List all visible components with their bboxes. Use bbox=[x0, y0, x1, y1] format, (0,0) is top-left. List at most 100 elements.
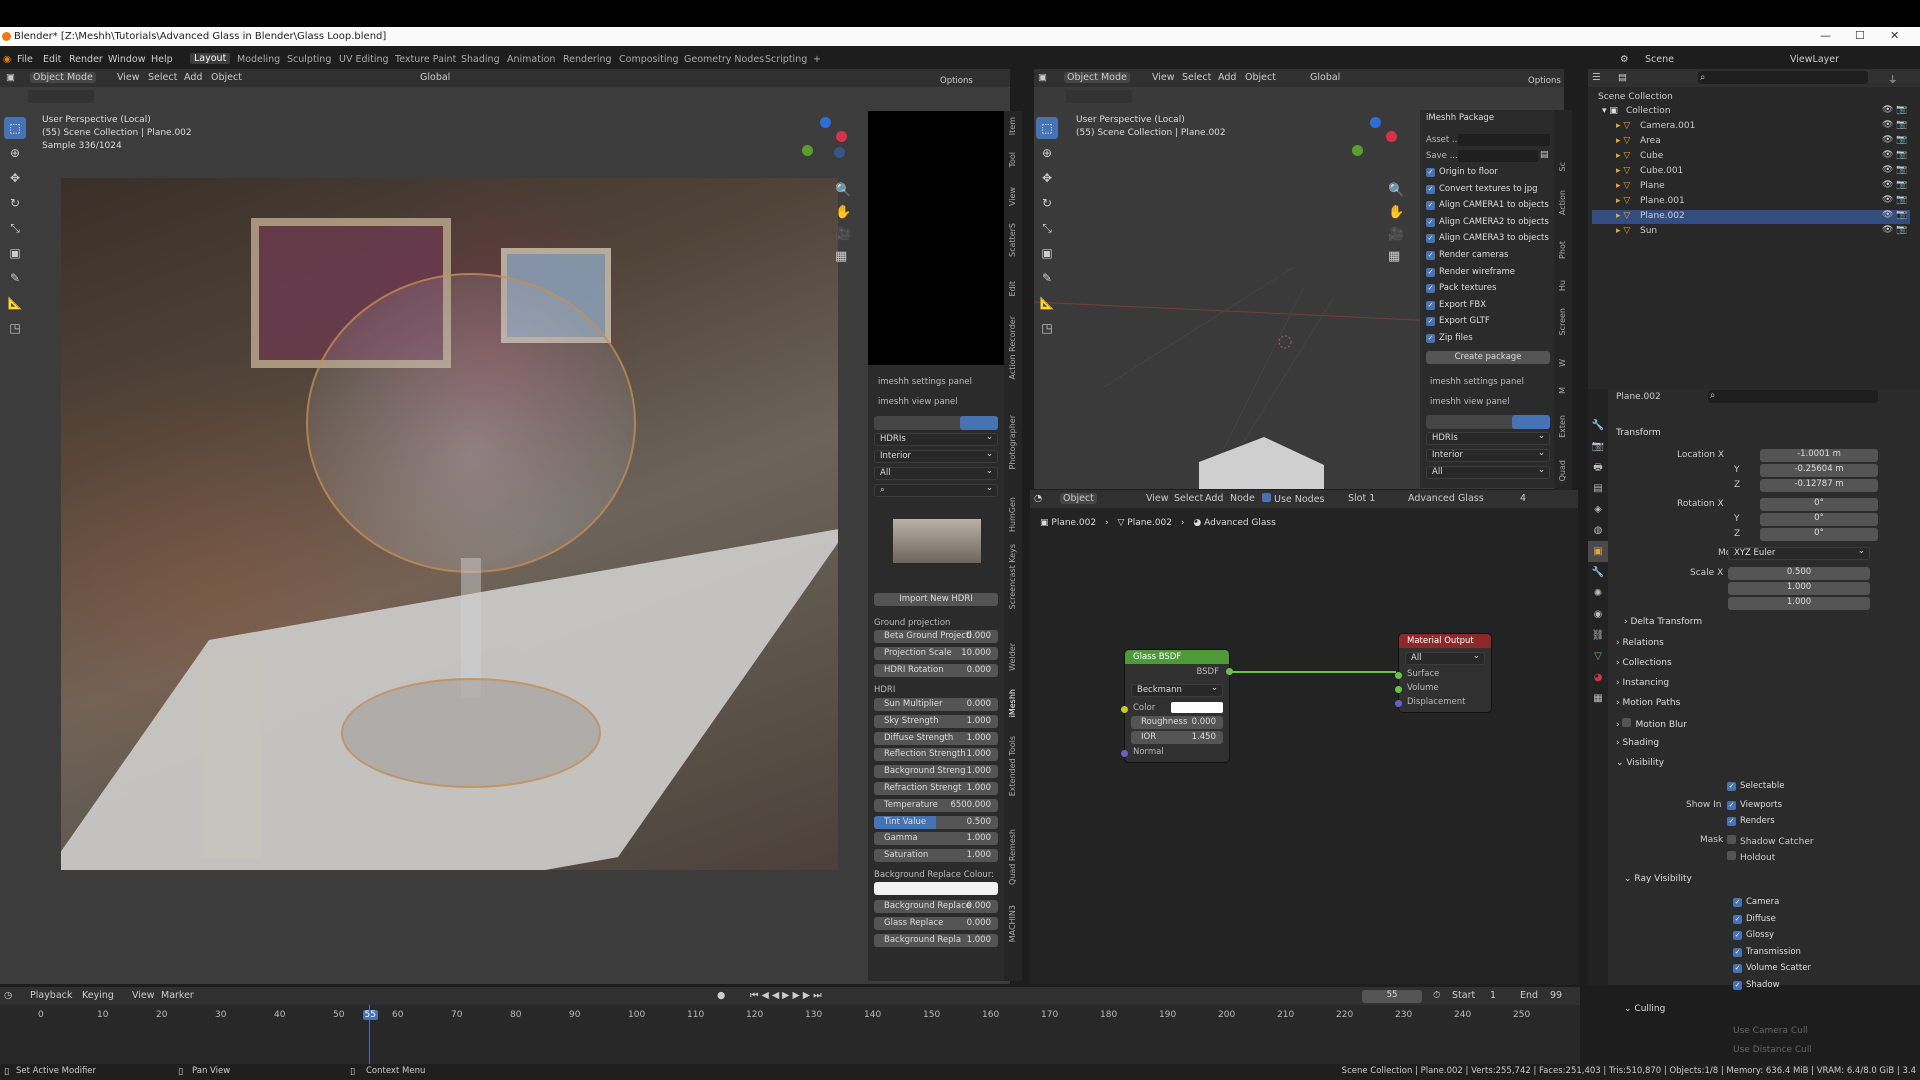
render-camera-icon[interactable]: 📷 bbox=[1896, 120, 1907, 130]
workspace-tab-animation[interactable]: Animation bbox=[507, 54, 555, 65]
eye-icon[interactable]: 👁 bbox=[1882, 120, 1893, 130]
holdout-checkbox[interactable]: Holdout bbox=[1727, 851, 1775, 863]
glass-distribution-dropdown[interactable]: Beckmann bbox=[1131, 683, 1223, 697]
menu-window[interactable]: Window bbox=[108, 54, 145, 65]
param-saturation[interactable]: Saturation 1.000 bbox=[874, 849, 998, 863]
right-cursor-tool-icon[interactable]: ⊕ bbox=[1036, 142, 1058, 164]
left-tab-welder[interactable]: Welder bbox=[1008, 643, 1017, 671]
section-motion-blur[interactable]: › Motion Blur bbox=[1616, 718, 1687, 730]
outliner-row-collection[interactable]: ▾ ▣ Collection 👁 📷 bbox=[1592, 105, 1910, 119]
material-output-target-dropdown[interactable]: All bbox=[1405, 651, 1485, 665]
param-projection-scale[interactable]: Projection Scale 10.000 bbox=[874, 646, 998, 660]
left-tab-screencast-keys[interactable]: Screencast Keys bbox=[1008, 544, 1017, 609]
right-menu-select[interactable]: Select bbox=[1182, 72, 1211, 83]
left-menu-object[interactable]: Object bbox=[211, 72, 242, 83]
param-background-replace[interactable]: Background Replace 0.000 bbox=[874, 900, 998, 913]
close-icon[interactable]: ✕ bbox=[1890, 29, 1899, 42]
workspace-tab-shading[interactable]: Shading bbox=[461, 54, 500, 65]
bsdf-socket[interactable] bbox=[1226, 668, 1233, 675]
node-menu-select[interactable]: Select bbox=[1174, 493, 1203, 504]
param-diffuse-strength[interactable]: Diffuse Strength 1.000 bbox=[874, 731, 998, 745]
right-tab-action[interactable]: Action bbox=[1558, 190, 1567, 215]
node-editor-type-icon[interactable]: ◔ bbox=[1034, 493, 1042, 504]
render-camera-icon[interactable]: 📷 bbox=[1896, 180, 1907, 190]
scale-y-field[interactable]: 1.000 bbox=[1728, 582, 1870, 595]
right-camera-view-icon[interactable]: 🎥 bbox=[1388, 224, 1404, 246]
package-category-buttons[interactable] bbox=[1426, 415, 1550, 429]
param-temperature[interactable]: Temperature 6500.000 bbox=[874, 798, 998, 812]
check-zip-files[interactable]: Zip files bbox=[1426, 333, 1473, 343]
node-menu-node[interactable]: Node bbox=[1230, 493, 1255, 504]
transform-tool-icon[interactable]: ▣ bbox=[4, 242, 26, 264]
eye-icon[interactable]: 👁 bbox=[1882, 225, 1893, 235]
output-tab-icon[interactable]: 🖶 bbox=[1588, 457, 1608, 478]
outliner-row-area[interactable]: ▸ ▽ Area 👁 📷 bbox=[1592, 135, 1910, 149]
right-options-button[interactable]: Options bbox=[1528, 76, 1561, 86]
location-z-field[interactable]: -0.12787 m bbox=[1760, 479, 1878, 492]
imeshh-left-dropdown-all[interactable]: All bbox=[874, 466, 998, 480]
render-camera-icon[interactable]: 📷 bbox=[1896, 195, 1907, 205]
left-tab-scatters[interactable]: ScatterS bbox=[1008, 223, 1017, 257]
record-icon[interactable]: ● bbox=[717, 990, 725, 1001]
imeshh-left-search[interactable]: ⌕ bbox=[874, 483, 998, 497]
glass-bsdf-node[interactable]: Glass BSDF BSDF Beckmann Color Roughness… bbox=[1121, 650, 1233, 762]
right-tab-m[interactable]: M bbox=[1558, 387, 1567, 394]
workspace-tab-layout[interactable]: Layout bbox=[190, 53, 231, 64]
outliner-row-plane-002[interactable]: ▸ ▽ Plane.002 👁 📷 bbox=[1592, 210, 1910, 224]
render-camera-icon[interactable]: 📷 bbox=[1896, 225, 1907, 235]
right-zoom-icon[interactable]: 🔍 bbox=[1388, 180, 1404, 202]
scale-z-field[interactable]: 1.000 bbox=[1728, 597, 1870, 610]
rotate-tool-icon[interactable]: ↻ bbox=[4, 192, 26, 214]
param-background-repla[interactable]: Background Repla 1.000 bbox=[874, 933, 998, 947]
right-transform-tool-icon[interactable]: ▣ bbox=[1036, 242, 1058, 264]
modifier-tab-icon[interactable]: 🔧 bbox=[1588, 562, 1608, 583]
outliner-row-cube-001[interactable]: ▸ ▽ Cube.001 👁 📷 bbox=[1592, 165, 1910, 179]
package-view-panel-header[interactable]: imeshh view panel bbox=[1430, 397, 1510, 407]
outliner-row-plane-001[interactable]: ▸ ▽ Plane.001 👁 📷 bbox=[1592, 195, 1910, 209]
workspace-tab-rendering[interactable]: Rendering bbox=[563, 54, 612, 65]
world-tab-icon[interactable]: ◍ bbox=[1588, 520, 1608, 541]
use-camera-cull-checkbox[interactable]: Use Camera Cull bbox=[1733, 1026, 1808, 1036]
view-layer-tab-icon[interactable]: ▤ bbox=[1588, 478, 1608, 499]
left-orientation-dropdown[interactable]: Global bbox=[420, 72, 450, 83]
hdri-thumbnail[interactable] bbox=[893, 519, 981, 563]
node-editor-canvas[interactable]: ▣ Plane.002 › ▽ Plane.002 › ◕ Advanced G… bbox=[1030, 508, 1578, 984]
section-shading[interactable]: › Shading bbox=[1616, 738, 1659, 748]
param-hdri-rotation[interactable]: HDRI Rotation 0.000 bbox=[874, 663, 998, 677]
render-tab-icon[interactable]: 📷 bbox=[1588, 436, 1608, 457]
outliner-row-plane[interactable]: ▸ ▽ Plane 👁 📷 bbox=[1592, 180, 1910, 194]
asset-path-field[interactable] bbox=[1458, 134, 1550, 146]
imeshh-left-dropdown-interior[interactable]: Interior bbox=[874, 449, 998, 463]
minimize-icon[interactable]: — bbox=[1820, 29, 1831, 42]
blender-menu-icon[interactable]: ◉ bbox=[3, 54, 11, 65]
check-convert-textures-to-jpg[interactable]: Convert textures to jpg bbox=[1426, 184, 1538, 194]
annotate-tool-icon[interactable]: ✎ bbox=[4, 267, 26, 289]
left-navigation-gizmo[interactable] bbox=[800, 117, 852, 169]
section-delta-transform[interactable]: › Delta Transform bbox=[1624, 617, 1702, 627]
right-tab-exten[interactable]: Exten bbox=[1558, 415, 1567, 438]
select-box-tool-icon[interactable]: ⬚ bbox=[4, 117, 26, 139]
view-layer-name[interactable]: ViewLayer bbox=[1790, 54, 1839, 65]
left-mode-dropdown[interactable]: Object Mode bbox=[30, 72, 96, 83]
right-menu-object[interactable]: Object bbox=[1245, 72, 1276, 83]
move-tool-icon[interactable]: ✥ bbox=[4, 167, 26, 189]
node-object-dropdown[interactable]: Object bbox=[1060, 493, 1097, 504]
right-select-mode-buttons[interactable] bbox=[1066, 90, 1132, 103]
right-rotate-tool-icon[interactable]: ↻ bbox=[1036, 192, 1058, 214]
add-workspace-button[interactable]: + bbox=[813, 54, 821, 65]
right-editor-type-icon[interactable]: ▣ bbox=[1038, 72, 1047, 83]
imeshh-settings-panel-header[interactable]: imeshh settings panel bbox=[878, 377, 972, 387]
render-camera-icon[interactable]: 📷 bbox=[1896, 135, 1907, 145]
right-menu-add[interactable]: Add bbox=[1218, 72, 1236, 83]
section-motion-paths[interactable]: › Motion Paths bbox=[1616, 698, 1680, 708]
maximize-icon[interactable]: ☐ bbox=[1855, 29, 1865, 42]
ray-shadow-checkbox[interactable]: Shadow bbox=[1733, 980, 1780, 990]
current-frame-field[interactable]: 55 bbox=[1362, 990, 1422, 1003]
right-ortho-grid-icon[interactable]: ▦ bbox=[1388, 246, 1404, 268]
outliner-search-input[interactable] bbox=[1698, 71, 1868, 84]
right-annotate-tool-icon[interactable]: ✎ bbox=[1036, 267, 1058, 289]
folder-icon[interactable]: ▤ bbox=[1540, 150, 1549, 160]
param-tint-value[interactable]: Tint Value 0.500 bbox=[874, 815, 998, 829]
param-sun-multiplier[interactable]: Sun Multiplier 0.000 bbox=[874, 698, 998, 711]
workspace-tab-texture-paint[interactable]: Texture Paint bbox=[395, 54, 456, 65]
